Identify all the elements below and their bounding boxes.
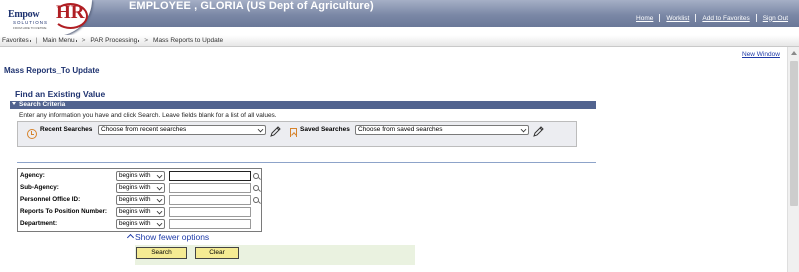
operator-value: begins with (119, 220, 151, 227)
logo-word-b: HR (56, 2, 85, 23)
sub-agency-operator-select[interactable]: begins with (116, 183, 165, 193)
search-instructions: Enter any information you have and click… (19, 112, 277, 119)
breadcrumb-separator: | (35, 37, 38, 44)
section-divider (17, 162, 596, 163)
link-separator (755, 14, 757, 22)
search-button[interactable]: Search (136, 247, 187, 259)
search-criteria-header[interactable]: Search Criteria (10, 101, 596, 109)
saved-searches-value: Choose from saved searches (358, 126, 443, 133)
logo-subtag: FROM HIRE TO RETIRE (13, 26, 47, 30)
page-title: Mass Reports_To Update (4, 66, 100, 75)
recent-searches-label: Recent Searches (40, 126, 93, 133)
search-criteria-table: Agency: begins with Sub-Agency: begins w… (17, 168, 262, 232)
clock-icon (27, 129, 37, 139)
breadcrumb-favorites[interactable]: Favorites (2, 37, 29, 44)
breadcrumb-mass-reports: Mass Reports to Update (153, 37, 224, 44)
show-fewer-options-link[interactable]: Show fewer options (126, 232, 210, 242)
department-operator-select[interactable]: begins with (116, 219, 165, 229)
home-link[interactable]: Home (630, 15, 659, 22)
new-window-link[interactable]: New Window (742, 51, 780, 58)
personnel-office-id-input[interactable] (169, 195, 251, 205)
collapse-triangle-icon[interactable] (12, 102, 16, 105)
chevron-down-icon (156, 172, 163, 179)
empowhr-logo: Empow HR SOLUTIONS FROM HIRE TO RETIRE (0, 0, 92, 36)
agency-input[interactable] (169, 171, 251, 181)
chevron-down-icon (156, 184, 163, 191)
app-header: Empow HR SOLUTIONS FROM HIRE TO RETIRE E… (0, 0, 799, 36)
reports-to-position-label: Reports To Position Number: (20, 208, 107, 215)
search-criteria-label: Search Criteria (19, 101, 66, 108)
logo-tagline: SOLUTIONS (13, 20, 49, 25)
link-separator (659, 14, 661, 22)
operator-value: begins with (119, 172, 151, 179)
clear-button[interactable]: Clear (195, 247, 239, 259)
operator-value: begins with (119, 208, 151, 215)
sub-agency-lookup-icon[interactable] (253, 185, 259, 191)
find-existing-value-heading: Find an Existing Value (15, 89, 106, 99)
breadcrumb: Favorites | Main Menu > PAR Processing >… (0, 35, 799, 47)
saved-searches-select[interactable]: Choose from saved searches (355, 125, 529, 135)
agency-label: Agency: (20, 172, 45, 179)
scrollbar-thumb[interactable] (790, 61, 798, 206)
link-separator (695, 14, 697, 22)
saved-searches-label: Saved Searches (300, 126, 350, 133)
chevron-down-icon (156, 196, 163, 203)
worklist-link[interactable]: Worklist (660, 15, 695, 22)
reports-to-position-row: Reports To Position Number: begins with (18, 206, 261, 218)
operator-value: begins with (119, 184, 151, 191)
employee-title: EMPLOYEE , GLORIA (US Dept of Agricultur… (129, 0, 374, 12)
sub-agency-row: Sub-Agency: begins with (18, 182, 261, 194)
recent-saved-searches-box: Recent Searches Choose from recent searc… (17, 121, 577, 147)
show-fewer-options-label: Show fewer options (135, 232, 210, 242)
sub-agency-label: Sub-Agency: (20, 184, 59, 191)
personnel-office-id-row: Personnel Office ID: begins with (18, 194, 261, 206)
breadcrumb-main-menu[interactable]: Main Menu (42, 37, 74, 44)
add-to-favorites-link[interactable]: Add to Favorites (696, 15, 755, 22)
edit-recent-pencil-icon[interactable] (269, 126, 281, 138)
button-bar: Search Clear (135, 245, 415, 265)
sign-out-link[interactable]: Sign Out (757, 15, 794, 22)
operator-value: begins with (119, 196, 151, 203)
agency-operator-select[interactable]: begins with (116, 171, 165, 181)
department-row: Department: begins with (18, 218, 261, 230)
reports-to-position-operator-select[interactable]: begins with (116, 207, 165, 217)
personnel-office-id-lookup-icon[interactable] (253, 197, 259, 203)
breadcrumb-separator: > (81, 37, 86, 44)
breadcrumb-separator: > (144, 37, 149, 44)
vertical-scrollbar[interactable] (787, 47, 799, 272)
edit-saved-pencil-icon[interactable] (532, 126, 544, 138)
chevron-down-icon (156, 208, 163, 215)
department-label: Department: (20, 220, 58, 227)
breadcrumb-par-processing[interactable]: PAR Processing (90, 37, 137, 44)
agency-row: Agency: begins with (18, 170, 261, 182)
chevron-down-icon (156, 220, 163, 227)
header-links: Home Worklist Add to Favorites Sign Out (630, 13, 794, 23)
logo-word-a: Empow (8, 9, 40, 20)
scroll-up-arrow-icon[interactable] (791, 51, 797, 55)
chevron-up-icon (126, 233, 135, 242)
recent-searches-value: Choose from recent searches (101, 126, 187, 133)
chevron-down-icon (257, 126, 264, 133)
recent-searches-select[interactable]: Choose from recent searches (98, 125, 266, 135)
bookmark-icon (290, 128, 297, 137)
sub-agency-input[interactable] (169, 183, 251, 193)
personnel-office-id-operator-select[interactable]: begins with (116, 195, 165, 205)
chevron-down-icon (520, 126, 527, 133)
reports-to-position-input[interactable] (169, 207, 251, 217)
personnel-office-id-label: Personnel Office ID: (20, 196, 81, 203)
agency-lookup-icon[interactable] (253, 173, 259, 179)
department-input[interactable] (169, 219, 251, 229)
